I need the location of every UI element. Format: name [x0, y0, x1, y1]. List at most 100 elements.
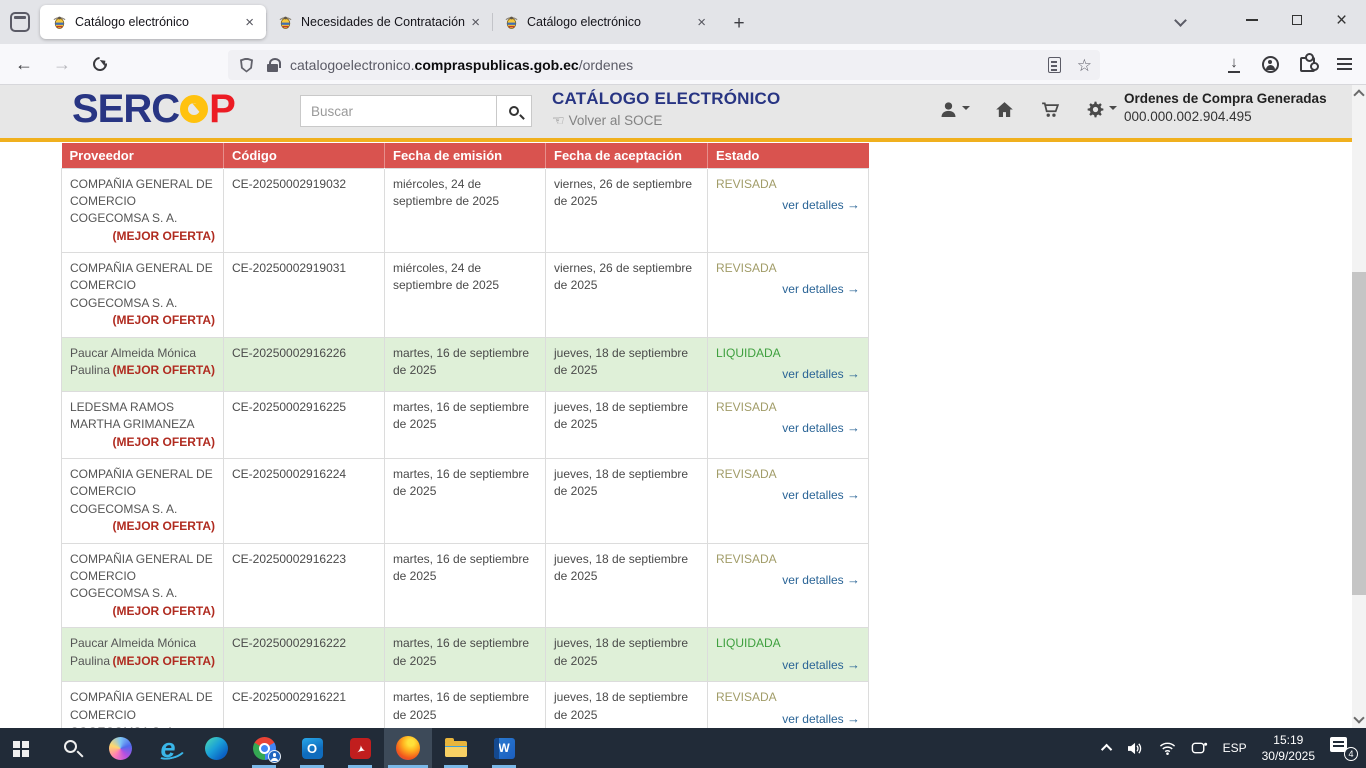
outlook-taskbar-button[interactable]: O [288, 728, 336, 768]
browser-toolbar: ← → catalogoelectronico.compraspublicas.… [0, 44, 1366, 85]
status-label: REVISADA [716, 260, 860, 277]
reload-button[interactable] [84, 49, 116, 79]
provider-cell: COMPAÑIA GENERAL DE COMERCIO COGECOMSA S… [62, 459, 224, 544]
tab-title: Catálogo electrónico [75, 15, 241, 29]
copilot-taskbar-button[interactable] [96, 728, 144, 768]
page-viewport: SERCP CATÁLOGO ELECTRÓNICO ☜Volver al SO… [0, 85, 1366, 728]
scrollbar-thumb[interactable] [1352, 272, 1366, 595]
account-button[interactable] [1254, 49, 1286, 79]
status-cell: REVISADAver detalles → [708, 253, 869, 338]
search-input[interactable] [300, 95, 497, 127]
status-cell: REVISADAver detalles → [708, 168, 869, 253]
ver-detalles-link[interactable]: ver detalles [782, 488, 847, 502]
url-text[interactable]: catalogoelectronico.compraspublicas.gob.… [290, 57, 1048, 73]
close-window-button[interactable]: × [1319, 0, 1364, 40]
list-all-tabs-button[interactable] [1158, 0, 1203, 40]
outlook-icon: O [302, 738, 323, 759]
home-button[interactable] [994, 99, 1015, 120]
scroll-down-icon[interactable] [1353, 712, 1364, 723]
language-indicator[interactable]: ESP [1223, 741, 1247, 755]
url-bar[interactable]: catalogoelectronico.compraspublicas.gob.… [228, 50, 1100, 80]
clock[interactable]: 15:1930/9/2025 [1262, 732, 1315, 764]
reload-icon [90, 54, 110, 74]
column-header: Código [224, 143, 385, 168]
restore-button[interactable] [1274, 0, 1319, 40]
user-menu-button[interactable] [938, 99, 970, 120]
back-to-soce-link[interactable]: ☜Volver al SOCE [552, 112, 780, 129]
explorer-taskbar-button[interactable] [432, 728, 480, 768]
notification-center-button[interactable]: 4 [1330, 735, 1356, 761]
clock-time: 15:19 [1273, 733, 1303, 747]
minimize-button[interactable] [1229, 0, 1274, 40]
ver-detalles-link[interactable]: ver detalles [782, 573, 847, 587]
settings-menu-button[interactable] [1085, 99, 1117, 120]
reader-mode-icon[interactable] [1048, 57, 1061, 73]
back-button[interactable]: ← [8, 49, 40, 79]
chevron-down-icon [1174, 14, 1187, 27]
tab-close-icon[interactable]: × [467, 15, 484, 30]
arrow-right-icon: → [847, 197, 860, 212]
downloads-button[interactable]: ↓ [1218, 49, 1250, 79]
acceptance-date-cell: jueves, 18 de septiembre de 2025 [546, 628, 708, 682]
browser-tab[interactable]: Catálogo electrónico× [40, 5, 266, 39]
meet-now-icon[interactable] [1191, 741, 1208, 755]
acrobat-icon [350, 738, 371, 759]
file-explorer-icon [445, 741, 467, 757]
chrome-taskbar-button[interactable] [240, 728, 288, 768]
screen: Catálogo electrónico×Necesidades de Cont… [0, 0, 1366, 768]
start-taskbar-button[interactable] [0, 728, 48, 768]
copilot-icon [109, 737, 132, 760]
bookmark-star-icon[interactable]: ☆ [1077, 57, 1092, 74]
order-row: Paucar Almeida Mónica Paulina (MEJOR OFE… [62, 628, 869, 682]
provider-cell: LEDESMA RAMOS MARTHA GRIMANEZA (MEJOR OF… [62, 391, 224, 458]
ie-taskbar-button[interactable]: e [144, 728, 192, 768]
tracking-shield-icon[interactable] [240, 58, 253, 73]
extensions-button[interactable] [1291, 49, 1323, 79]
tab-close-icon[interactable]: × [241, 15, 258, 30]
edge-taskbar-button[interactable] [192, 728, 240, 768]
orders-label: Ordenes de Compra Generadas [1124, 91, 1342, 106]
new-tab-button[interactable]: + [726, 10, 752, 36]
wifi-icon[interactable] [1159, 741, 1176, 755]
cart-button[interactable] [1039, 99, 1061, 120]
header-icon-group [938, 99, 1117, 120]
status-label: REVISADA [716, 399, 860, 416]
emission-date-cell: martes, 16 de septiembre de 2025 [385, 543, 546, 628]
ver-detalles-link[interactable]: ver detalles [782, 198, 847, 212]
site-search [300, 95, 532, 127]
order-code-cell: CE-20250002916225 [224, 391, 385, 458]
status-label: REVISADA [716, 466, 860, 483]
ver-detalles-line: ver detalles → [716, 710, 860, 729]
sercop-logo[interactable]: SERCP [72, 87, 235, 132]
forward-button[interactable]: → [46, 49, 78, 79]
menu-button[interactable] [1328, 49, 1360, 79]
browser-tab[interactable]: Catálogo electrónico× [492, 5, 718, 39]
page-scrollbar[interactable] [1352, 85, 1366, 728]
firefox-view-icon[interactable] [10, 12, 30, 32]
ver-detalles-link[interactable]: ver detalles [782, 367, 847, 381]
scroll-up-icon[interactable] [1353, 89, 1364, 100]
search-button[interactable] [497, 95, 532, 127]
ver-detalles-link[interactable]: ver detalles [782, 712, 847, 726]
volume-icon[interactable] [1127, 741, 1144, 756]
edge-icon [205, 737, 228, 760]
order-code-cell: CE-20250002919032 [224, 168, 385, 253]
arrow-right-icon: → [847, 420, 860, 435]
mejor-oferta-label: (MEJOR OFERTA) [113, 653, 215, 670]
tab-close-icon[interactable]: × [693, 15, 710, 30]
word-taskbar-button[interactable]: W [480, 728, 528, 768]
browser-tab[interactable]: Necesidades de Contratación y× [266, 5, 492, 39]
acrobat-taskbar-button[interactable] [336, 728, 384, 768]
url-subdomain: catalogoelectronico. [290, 57, 415, 73]
tray-expand-icon[interactable] [1101, 744, 1112, 755]
browser-tab-bar: Catálogo electrónico×Necesidades de Cont… [0, 0, 1366, 44]
ver-detalles-link[interactable]: ver detalles [782, 282, 847, 296]
tab-strip: Catálogo electrónico×Necesidades de Cont… [40, 5, 718, 41]
ver-detalles-link[interactable]: ver detalles [782, 421, 847, 435]
search-taskbar-button[interactable] [48, 728, 96, 768]
order-row: COMPAÑIA GENERAL DE COMERCIO COGECOMSA S… [62, 168, 869, 253]
firefox-taskbar-button[interactable] [384, 728, 432, 768]
ver-detalles-link[interactable]: ver detalles [782, 658, 847, 672]
lock-icon[interactable] [267, 64, 278, 72]
mejor-oferta-label: (MEJOR OFERTA) [113, 603, 215, 620]
